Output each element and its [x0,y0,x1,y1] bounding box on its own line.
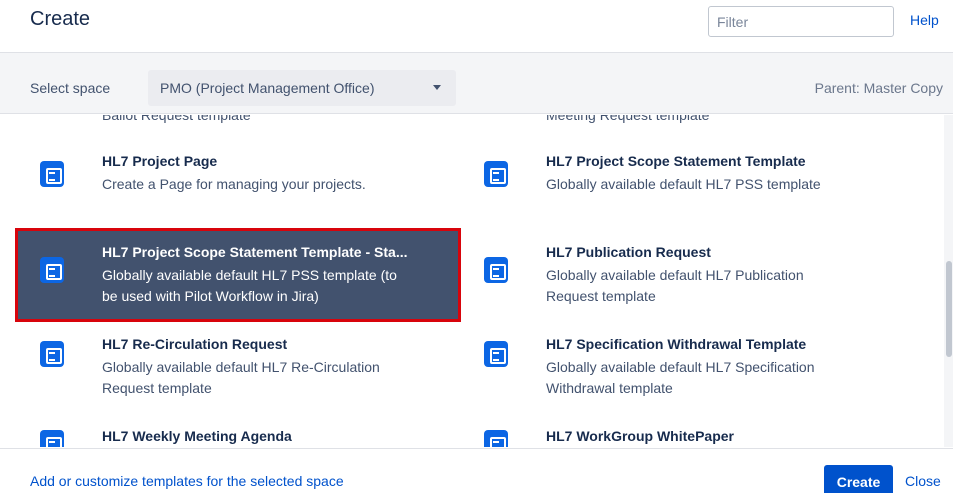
dialog-header: Create Help [0,0,953,51]
template-item-hl7-publication-request[interactable]: HL7 Publication Request Globally availab… [462,231,902,319]
page-template-icon [484,430,508,447]
template-description-line-2: Withdrawal template [546,380,673,396]
space-select-dropdown[interactable]: PMO (Project Management Office) [148,70,456,106]
space-selector-bar: Select space PMO (Project Management Off… [0,52,953,114]
customize-templates-link[interactable]: Add or customize templates for the selec… [30,473,344,489]
template-item-hl7-project-page[interactable]: HL7 Project Page Create a Page for manag… [18,143,458,231]
template-description-line-2: Request template [102,380,212,396]
dialog-footer: Add or customize templates for the selec… [0,448,953,493]
template-name: HL7 Project Scope Statement Template [546,153,806,169]
page-template-icon [40,161,64,187]
page-template-icon [40,341,64,367]
dialog-title: Create [30,8,91,30]
template-name: HL7 Project Page [102,153,218,169]
template-description-line-2: be used with Pilot Workflow in Jira) [102,288,319,304]
page-template-icon [484,341,508,367]
template-description: Meeting Request template [546,115,710,123]
filter-input[interactable] [708,6,894,37]
select-space-label: Select space [30,80,111,96]
template-description: Globally available default HL7 Re-Circul… [102,359,380,375]
page-template-icon [40,430,64,447]
template-description: Create a Page for managing your projects… [102,176,366,192]
template-item-hl7-weekly-meeting-agenda[interactable]: HL7 Weekly Meeting Agenda [18,415,458,447]
template-description: Globally available default HL7 PSS templ… [102,267,397,283]
create-button[interactable]: Create [824,465,893,493]
template-item-hl7-re-circulation-request[interactable]: HL7 Re-Circulation Request Globally avai… [18,323,458,411]
template-item-hl7-pss-template-standard[interactable]: HL7 Project Scope Statement Template - S… [15,228,461,322]
template-description: Globally available default HL7 Specifica… [546,359,815,375]
page-template-icon [40,257,64,283]
selected-space-value: PMO (Project Management Office) [160,80,375,96]
help-link[interactable]: Help [910,12,939,28]
parent-page-text: Parent: Master Copy [814,80,943,96]
page-template-icon [484,257,508,283]
chevron-down-icon [433,85,441,90]
template-item-hl7-pss-template[interactable]: HL7 Project Scope Statement Template Glo… [462,143,902,231]
template-description: Globally available default HL7 PSS templ… [546,176,821,192]
template-description: Ballot Request template [102,115,251,123]
close-link[interactable]: Close [905,473,941,489]
template-item-hl7-workgroup-whitepaper[interactable]: HL7 WorkGroup WhitePaper [462,415,902,447]
template-item[interactable]: Meeting Request template [462,115,902,133]
template-description-line-2: Request template [546,288,656,304]
template-description: Globally available default HL7 Publicati… [546,267,804,283]
template-name: HL7 Re-Circulation Request [102,336,288,352]
template-name: HL7 Specification Withdrawal Template [546,336,807,352]
template-item-hl7-specification-withdrawal[interactable]: HL7 Specification Withdrawal Template Gl… [462,323,902,411]
template-name: HL7 Project Scope Statement Template - S… [102,244,408,260]
template-name: HL7 Weekly Meeting Agenda [102,428,292,444]
template-name: HL7 WorkGroup WhitePaper [546,428,734,444]
page-template-icon [484,161,508,187]
scrollbar-thumb[interactable] [946,261,952,357]
template-name: HL7 Publication Request [546,244,711,260]
template-item[interactable]: Ballot Request template [18,115,458,133]
template-list: Ballot Request template Meeting Request … [0,115,953,447]
